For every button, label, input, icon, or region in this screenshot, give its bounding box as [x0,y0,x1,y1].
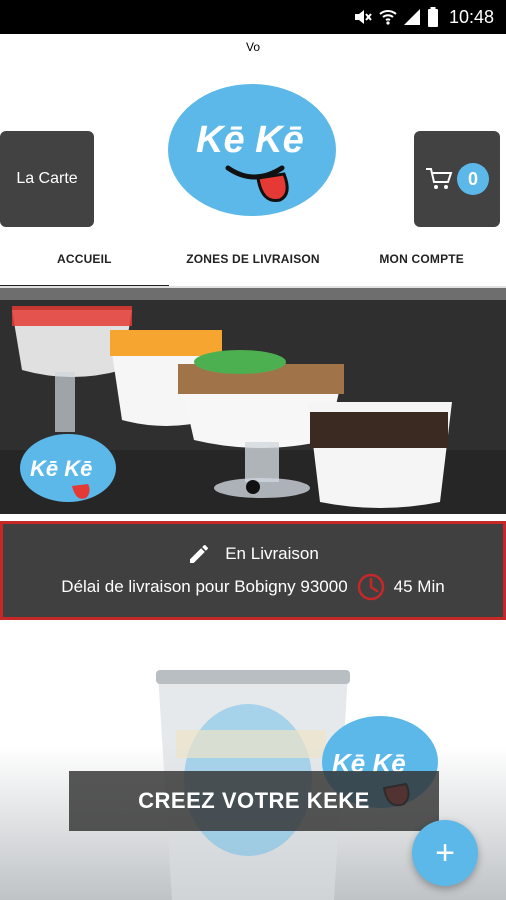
mute-icon [354,10,372,24]
cart-icon [426,168,453,189]
delivery-mode: En Livraison [225,544,319,563]
tab-accueil[interactable]: ACCUEIL [0,230,169,288]
cart-button[interactable]: 0 [414,131,500,227]
battery-icon [427,7,438,27]
add-button[interactable]: + [412,820,478,886]
banner-logo: Kē Kē [20,434,116,502]
status-icons: 10:48 [353,0,494,34]
logo: Kē Kē [168,84,336,216]
status-time: 10:48 [448,6,494,27]
delivery-delay-text: Délai de livraison pour Bobigny 93000 [61,577,348,596]
logo-text: Kē Kē [196,119,304,161]
pencil-icon [190,545,209,563]
carousel-indicator[interactable] [246,480,260,494]
signal-icon [403,9,420,25]
banner-top-strip [0,288,506,300]
delivery-info[interactable]: En Livraison Délai de livraison pour Bob… [0,521,506,620]
menu-button[interactable]: La Carte [0,131,94,227]
header-title: Vo [245,40,260,54]
promo-label[interactable]: CREEZ VOTRE KEKE [69,771,439,831]
tab-mon-compte[interactable]: MON COMPTE [337,230,506,288]
tab-zones-de-livraison[interactable]: ZONES DE LIVRAISON [169,230,338,288]
banner-logo-text: Kē Kē [30,456,92,481]
dessert-cup [308,402,452,508]
tab-bar: ACCUEIL ZONES DE LIVRAISON MON COMPTE [0,230,506,288]
delivery-duration: 45 Min [393,577,445,596]
status-bar: 10:48 [0,0,506,34]
clock-icon [357,573,384,601]
wifi-icon [379,10,397,25]
cart-count-badge: 0 [457,163,489,195]
